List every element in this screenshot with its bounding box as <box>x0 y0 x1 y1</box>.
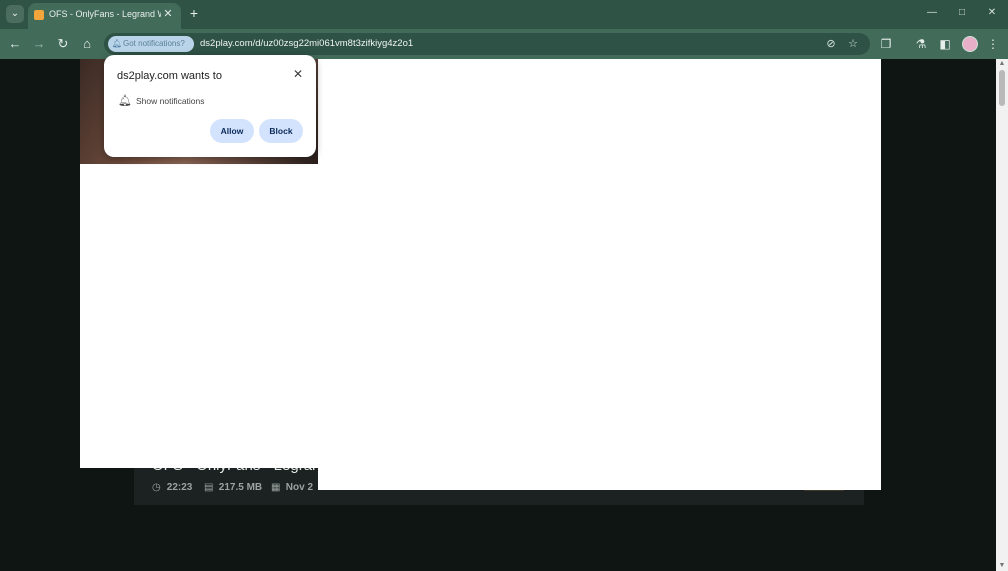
address-bar[interactable]: 🔔︎Got notifications? ds2play.com/d/uz00z… <box>104 33 870 55</box>
bell-icon: 🔔︎ <box>118 95 132 107</box>
maximize-button[interactable]: □ <box>955 6 969 20</box>
scroll-up-icon[interactable]: ▲ <box>996 59 1008 69</box>
url-text[interactable]: ds2play.com/d/uz00zsg22mi061vm8t3zifkiyg… <box>200 37 700 51</box>
active-tab[interactable]: OFS - OnlyFans - Legrand Wolf ✕ <box>28 3 181 29</box>
close-icon: ✕ <box>163 8 173 20</box>
duration-value: 22:23 <box>166 482 193 493</box>
eye-off-icon[interactable]: ⊘ <box>823 36 839 52</box>
profile-avatar[interactable] <box>962 36 978 52</box>
forward-button[interactable]: → <box>30 35 48 53</box>
flask-icon[interactable]: ⚗ <box>912 35 930 53</box>
size-meta: ▤ 217.5 MB <box>204 481 262 495</box>
tab-search-button[interactable]: ⌄ <box>6 5 24 23</box>
arrow-left-icon: ← <box>8 36 22 51</box>
side-panel-icon[interactable]: ◧ <box>936 35 954 53</box>
disk-icon: ▤ <box>204 482 214 493</box>
new-tab-button[interactable]: + <box>186 5 202 21</box>
date-value: Nov 2 <box>285 482 314 493</box>
back-button[interactable]: ← <box>6 35 24 53</box>
arrow-right-icon: → <box>32 36 46 51</box>
home-button[interactable]: ⌂ <box>78 35 96 53</box>
date-meta: ▦ Nov 2 <box>271 481 313 495</box>
ad-overlay-main[interactable] <box>318 59 881 490</box>
ad-overlay-left[interactable] <box>80 164 320 468</box>
permission-label: Show notifications <box>136 96 205 106</box>
minimize-icon: — <box>927 7 937 18</box>
reload-button[interactable]: ↻ <box>54 35 72 53</box>
plus-icon: + <box>189 5 199 21</box>
scroll-down-icon[interactable]: ▼ <box>996 561 1008 571</box>
scroll-thumb[interactable] <box>999 70 1005 106</box>
window-close-button[interactable]: ✕ <box>985 6 999 20</box>
title-bar: ⌄ OFS - OnlyFans - Legrand Wolf ✕ + — □ … <box>0 0 1008 29</box>
star-icon[interactable]: ☆ <box>845 36 861 52</box>
close-icon: ✕ <box>292 67 304 81</box>
notification-permission-chip[interactable]: 🔔︎Got notifications? <box>108 36 194 52</box>
tab-title: OFS - OnlyFans - Legrand Wolf <box>49 9 161 19</box>
size-value: 217.5 MB <box>218 482 263 493</box>
clock-icon: ◷ <box>152 482 161 493</box>
popup-title: ds2play.com wants to <box>117 70 222 82</box>
maximize-icon: □ <box>958 7 966 18</box>
duration-meta: ◷ 22:23 <box>152 481 192 495</box>
tab-close-button[interactable]: ✕ <box>161 7 175 21</box>
popup-close-button[interactable]: ✕ <box>291 67 305 81</box>
favicon-icon <box>34 10 44 20</box>
calendar-icon: ▦ <box>271 482 281 493</box>
permission-chip-label: Got notifications? <box>123 39 185 48</box>
minimize-button[interactable]: — <box>925 6 939 20</box>
close-icon: ✕ <box>987 7 997 18</box>
reload-icon: ↻ <box>57 36 69 51</box>
block-button[interactable]: Block <box>259 119 303 143</box>
extensions-icon[interactable]: ❐ <box>877 35 895 53</box>
bell-icon: 🔔︎ <box>111 39 123 48</box>
kebab-menu-icon[interactable]: ⋮ <box>984 35 1002 53</box>
allow-button[interactable]: Allow <box>210 119 254 143</box>
chevron-down-icon: ⌄ <box>10 8 20 19</box>
page-scrollbar[interactable]: ▲ ▼ <box>996 59 1008 571</box>
notification-permission-popup: ds2play.com wants to ✕ 🔔︎ Show notificat… <box>104 55 316 157</box>
home-icon: ⌂ <box>83 36 91 51</box>
